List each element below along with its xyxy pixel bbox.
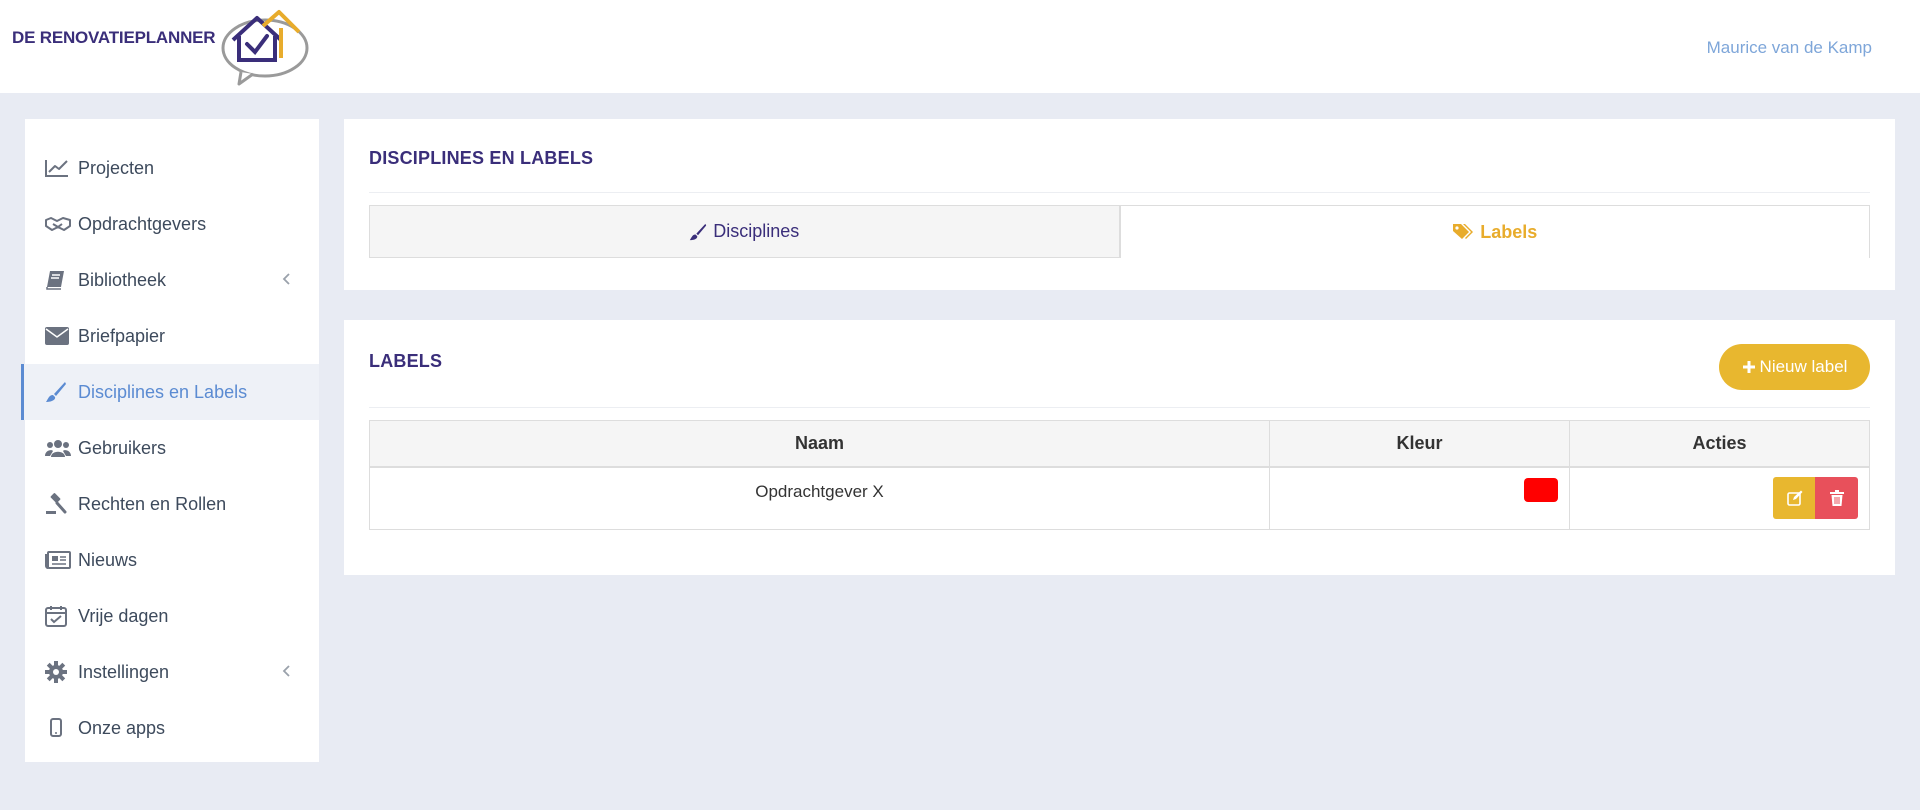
sidebar-item-rechten-en-rollen[interactable]: Rechten en Rollen (25, 476, 319, 532)
delete-button[interactable] (1815, 476, 1858, 519)
label-color-cell (1269, 466, 1570, 530)
tab-label: Labels (1480, 221, 1538, 242)
paint-brush-icon (45, 381, 71, 403)
edit-button[interactable] (1773, 476, 1816, 519)
sidebar-item-projecten[interactable]: Projecten (25, 140, 319, 196)
color-swatch (1524, 477, 1558, 502)
user-menu[interactable]: Maurice van de Kamp (1707, 38, 1872, 58)
sidebar: Projecten Opdrachtgevers Bibliotheek Bri… (21, 119, 319, 762)
divider (369, 407, 1870, 408)
page-title: DISCIPLINES EN LABELS (369, 148, 594, 168)
brand-name: DE RENOVATIEPLANNER (12, 28, 216, 47)
new-label-button-text: Nieuw label (1759, 357, 1848, 376)
sidebar-item-vrije-dagen[interactable]: Vrije dagen (25, 588, 319, 644)
gear-icon (45, 661, 71, 683)
tab-labels[interactable]: Labels (1119, 205, 1870, 258)
chevron-left-icon (282, 273, 290, 285)
top-bar: DE RENOVATIEPLANNER Maurice van de Kamp (0, 0, 1920, 93)
sidebar-item-label: Rechten en Rollen (78, 493, 227, 514)
sidebar-item-label: Onze apps (78, 717, 166, 738)
tab-label: Disciplines (713, 221, 800, 241)
sidebar-item-onze-apps[interactable]: Onze apps (25, 700, 319, 756)
chart-line-icon (45, 157, 71, 179)
sidebar-item-opdrachtgevers[interactable]: Opdrachtgevers (25, 196, 319, 252)
sidebar-item-briefpapier[interactable]: Briefpapier (25, 308, 319, 364)
handshake-icon (45, 213, 71, 235)
labels-card: LABELS Nieuw label Naam Kleur Acties Opd… (344, 320, 1895, 575)
column-header-acties: Acties (1569, 420, 1870, 468)
sidebar-item-bibliotheek[interactable]: Bibliotheek (25, 252, 319, 308)
sidebar-item-disciplines-en-labels[interactable]: Disciplines en Labels (21, 364, 319, 420)
sidebar-item-label: Briefpapier (78, 325, 166, 346)
sidebar-item-instellingen[interactable]: Instellingen (25, 644, 319, 700)
table-header-row: Naam Kleur Acties (369, 420, 1870, 468)
tags-icon (1453, 224, 1474, 239)
section-title: LABELS (369, 351, 443, 371)
table-row: Opdrachtgever X (369, 466, 1870, 530)
sidebar-item-label: Projecten (78, 157, 155, 178)
labels-table: Naam Kleur Acties Opdrachtgever X (369, 420, 1870, 530)
sidebar-item-gebruikers[interactable]: Gebruikers (25, 420, 319, 476)
calendar-check-icon (45, 605, 71, 627)
mobile-icon (45, 717, 71, 739)
column-header-kleur[interactable]: Kleur (1269, 420, 1570, 468)
trash-icon (1829, 489, 1844, 506)
sidebar-item-label: Gebruikers (78, 437, 167, 458)
disciplines-labels-card: DISCIPLINES EN LABELS Disciplines Labels (344, 119, 1895, 290)
chevron-left-icon (282, 665, 290, 677)
house-check-logo-icon (221, 10, 309, 86)
tabs: Disciplines Labels (369, 205, 1870, 258)
sidebar-item-label: Vrije dagen (78, 605, 169, 626)
edit-icon (1786, 490, 1802, 506)
plus-icon (1742, 361, 1755, 373)
sidebar-item-nieuws[interactable]: Nieuws (25, 532, 319, 588)
brand-logo[interactable]: DE RENOVATIEPLANNER (12, 8, 311, 88)
envelope-icon (45, 325, 71, 347)
paint-brush-icon (690, 223, 707, 240)
sidebar-item-label: Nieuws (78, 549, 138, 570)
newspaper-icon (45, 549, 71, 571)
users-icon (45, 437, 71, 459)
tab-disciplines[interactable]: Disciplines (369, 205, 1120, 258)
new-label-button[interactable]: Nieuw label (1719, 344, 1870, 390)
book-icon (45, 269, 71, 291)
sidebar-item-label: Disciplines en Labels (78, 381, 248, 402)
sidebar-item-label: Bibliotheek (78, 269, 167, 290)
label-name-cell: Opdrachtgever X (369, 466, 1270, 530)
sidebar-item-label: Instellingen (78, 661, 170, 682)
column-header-naam[interactable]: Naam (369, 420, 1270, 468)
gavel-icon (45, 493, 71, 515)
divider (369, 192, 1870, 193)
actions-cell (1569, 466, 1870, 530)
sidebar-item-label: Opdrachtgevers (78, 213, 207, 234)
